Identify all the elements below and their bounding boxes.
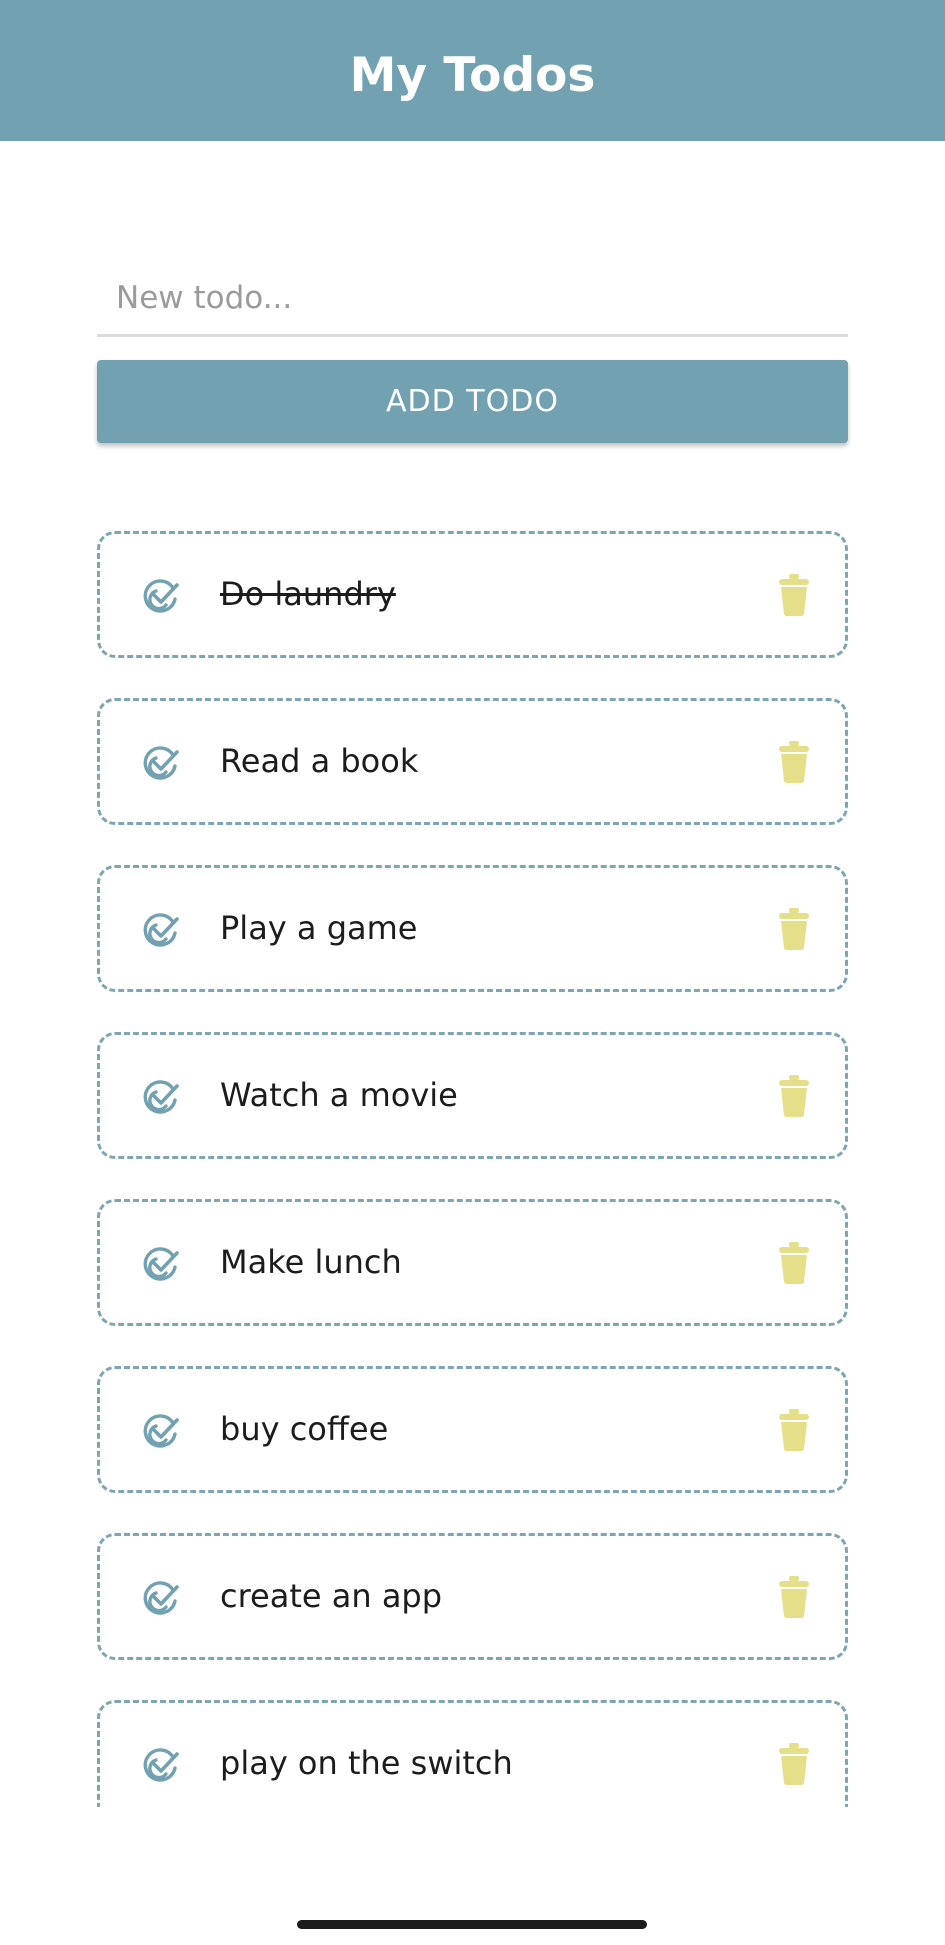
trash-icon[interactable] — [777, 1408, 811, 1452]
todo-item: Watch a movie — [97, 1032, 848, 1159]
check-circle-icon[interactable] — [140, 1413, 180, 1449]
trash-icon[interactable] — [777, 740, 811, 784]
todo-item: Make lunch — [97, 1199, 848, 1326]
todo-text: create an app — [220, 1577, 443, 1615]
todo-app: My Todos ADD TODO Do laundry Read a book P… — [0, 0, 945, 1945]
todo-item: Read a book — [97, 698, 848, 825]
todo-text: Make lunch — [220, 1243, 402, 1281]
status-bar-icons — [713, 0, 893, 6]
check-circle-icon[interactable] — [140, 745, 180, 781]
todo-list: Do laundry Read a book Play a game Watch a … — [97, 531, 848, 1807]
check-circle-icon[interactable] — [140, 578, 180, 614]
page-title: My Todos — [349, 48, 596, 103]
new-todo-field — [97, 262, 848, 337]
todo-text: Play a game — [220, 909, 418, 947]
todo-item: Play a game — [97, 865, 848, 992]
todo-item: play on the switch — [97, 1700, 848, 1807]
trash-icon[interactable] — [777, 1742, 811, 1786]
add-todo-button[interactable]: ADD TODO — [97, 360, 848, 443]
new-todo-input[interactable] — [97, 262, 848, 334]
trash-icon[interactable] — [777, 1241, 811, 1285]
trash-icon[interactable] — [777, 1074, 811, 1118]
check-circle-icon[interactable] — [140, 1580, 180, 1616]
trash-icon[interactable] — [777, 1575, 811, 1619]
todo-item: buy coffee — [97, 1366, 848, 1493]
check-circle-icon[interactable] — [140, 1079, 180, 1115]
home-indicator — [297, 1920, 647, 1929]
check-circle-icon[interactable] — [140, 912, 180, 948]
trash-icon[interactable] — [777, 573, 811, 617]
todo-item: create an app — [97, 1533, 848, 1660]
todo-text: Do laundry — [220, 575, 396, 613]
check-circle-icon[interactable] — [140, 1246, 180, 1282]
app-header: My Todos — [0, 0, 945, 141]
todo-text: Read a book — [220, 742, 419, 780]
todo-text: buy coffee — [220, 1410, 389, 1448]
todo-text: Watch a movie — [220, 1076, 458, 1114]
trash-icon[interactable] — [777, 907, 811, 951]
check-circle-icon[interactable] — [140, 1747, 180, 1783]
todo-text: play on the switch — [220, 1744, 513, 1782]
todo-item: Do laundry — [97, 531, 848, 658]
